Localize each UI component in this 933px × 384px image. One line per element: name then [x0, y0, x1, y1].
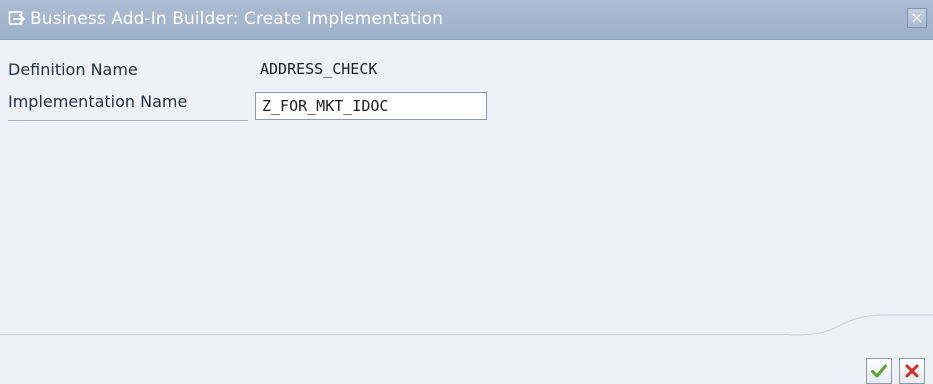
- dialog-footer: [0, 314, 933, 384]
- close-button[interactable]: ×: [907, 8, 927, 28]
- title-bar: Business Add-In Builder: Create Implemen…: [0, 0, 933, 40]
- cancel-icon: [903, 362, 921, 380]
- cancel-button[interactable]: [899, 358, 925, 384]
- definition-name-label: Definition Name: [8, 60, 138, 79]
- implementation-name-label: Implementation Name: [8, 92, 188, 111]
- ok-button[interactable]: [866, 358, 892, 384]
- dialog-title: Business Add-In Builder: Create Implemen…: [30, 9, 444, 29]
- definition-row: Definition Name ADDRESS_CHECK: [8, 60, 508, 88]
- implementation-name-input[interactable]: Z_FOR_MKT_IDOC: [255, 92, 487, 120]
- check-icon: [870, 362, 888, 380]
- create-implementation-dialog: Business Add-In Builder: Create Implemen…: [0, 0, 933, 384]
- implementation-row: Implementation Name Z_FOR_MKT_IDOC: [8, 92, 508, 121]
- close-icon: ×: [910, 8, 924, 27]
- dialog-content: Definition Name ADDRESS_CHECK Implementa…: [0, 40, 933, 334]
- label-underline: [8, 120, 248, 121]
- window-arrow-icon: [8, 10, 26, 28]
- footer-separator: [0, 334, 790, 335]
- footer-curve: [790, 314, 933, 336]
- definition-name-value: ADDRESS_CHECK: [260, 60, 378, 78]
